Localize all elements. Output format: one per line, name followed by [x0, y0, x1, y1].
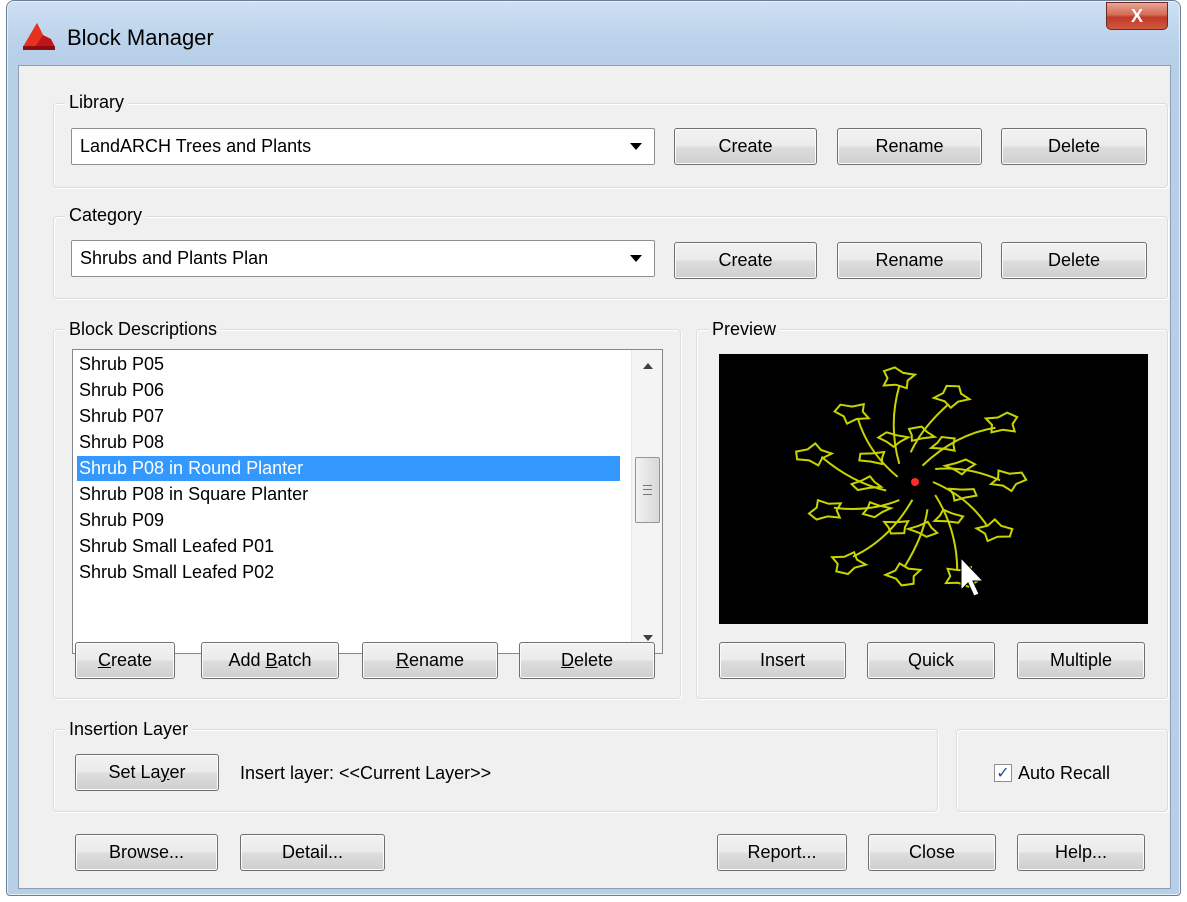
mouse-cursor-icon: [960, 556, 985, 597]
btn-mnemonic: D: [560, 650, 574, 670]
category-delete-button[interactable]: Delete: [1001, 242, 1147, 279]
list-item[interactable]: Shrub Small Leafed P02: [77, 560, 620, 585]
btn-text: Set La: [108, 762, 161, 782]
preview-quick-button[interactable]: Quick: [867, 642, 995, 679]
shrub-leaf: [973, 518, 1014, 543]
btn-text: reate: [110, 650, 153, 670]
checkmark-icon: ✓: [996, 765, 1010, 782]
shrub-leaf: [988, 469, 1028, 493]
shrub-leaf: [876, 431, 912, 449]
help-button[interactable]: Help...: [1017, 834, 1145, 871]
category-selected-value: Shrubs and Plants Plan: [80, 248, 269, 268]
shrub-plan-drawing: [794, 366, 1028, 588]
btn-mnemonic: C: [97, 650, 111, 670]
list-item[interactable]: Shrub P08: [77, 430, 620, 455]
library-create-button[interactable]: Create: [674, 128, 817, 165]
browse-button[interactable]: Browse...: [75, 834, 218, 871]
scroll-up-button[interactable]: [632, 350, 663, 381]
report-button[interactable]: Report...: [717, 834, 847, 871]
shrub-leaf: [849, 475, 884, 492]
shrub-branch: [903, 509, 929, 567]
shrub-leaf: [882, 366, 918, 390]
window-title: Block Manager: [67, 25, 214, 50]
shrub-leaf: [807, 498, 843, 521]
block-preview-canvas: [719, 354, 1148, 624]
block-rename-button[interactable]: Rename: [362, 642, 498, 679]
block-manager-window: Block Manager X Library LandARCH Trees a…: [6, 0, 1181, 896]
btn-text: er: [169, 762, 186, 782]
close-window-button[interactable]: X: [1106, 2, 1168, 30]
chevron-down-icon: [630, 255, 642, 262]
preview-multiple-button[interactable]: Multiple: [1017, 642, 1145, 679]
base-point-marker: [911, 478, 919, 486]
shrub-leaf: [882, 562, 923, 587]
list-item[interactable]: Shrub P05: [77, 352, 620, 377]
title-bar[interactable]: Block Manager X: [7, 1, 1180, 65]
library-label: Library: [65, 92, 129, 112]
list-item[interactable]: Shrub P09: [77, 508, 620, 533]
preview-insert-button[interactable]: Insert: [719, 642, 846, 679]
btn-text: elete: [573, 650, 614, 670]
list-item[interactable]: Shrub P07: [77, 404, 620, 429]
block-descriptions-list[interactable]: Shrub P05 Shrub P06 Shrub P07 Shrub P08 Shru…: [72, 349, 663, 654]
block-delete-button[interactable]: Delete: [519, 642, 655, 679]
block-create-button[interactable]: Create: [75, 642, 175, 679]
category-label: Category: [65, 205, 147, 225]
library-delete-button[interactable]: Delete: [1001, 128, 1147, 165]
shrub-branch: [857, 418, 899, 478]
shrub-leaf: [858, 450, 886, 466]
arrow-down-icon: [642, 634, 653, 641]
shrub-branch: [892, 386, 901, 465]
list-item[interactable]: Shrub P08 in Square Planter: [77, 482, 620, 507]
btn-mnemonic: y: [160, 762, 170, 782]
library-dropdown[interactable]: LandARCH Trees and Plants: [71, 128, 655, 165]
category-create-button[interactable]: Create: [674, 242, 817, 279]
autocad-app-icon: [23, 23, 55, 50]
chevron-down-icon: [630, 143, 642, 150]
insertion-layer-label: Insertion Layer: [65, 719, 193, 739]
list-item[interactable]: Shrub P08 in Round Planter: [77, 456, 620, 481]
shrub-leaf: [942, 458, 978, 476]
btn-mnemonic: B: [265, 650, 278, 670]
preview-label: Preview: [708, 319, 781, 339]
btn-text: Add: [228, 650, 266, 670]
close-button[interactable]: Close: [868, 834, 996, 871]
dialog-client-area: Library LandARCH Trees and Plants Create…: [18, 65, 1171, 889]
vertical-scrollbar[interactable]: [631, 350, 662, 653]
library-selected-value: LandARCH Trees and Plants: [80, 136, 312, 156]
detail-button[interactable]: Detail...: [240, 834, 385, 871]
btn-mnemonic: R: [395, 650, 409, 670]
category-rename-button[interactable]: Rename: [837, 242, 982, 279]
auto-recall-checkbox[interactable]: ✓: [994, 764, 1012, 782]
add-batch-button[interactable]: Add Batch: [201, 642, 339, 679]
library-rename-button[interactable]: Rename: [837, 128, 982, 165]
grip-icon: [643, 485, 652, 495]
btn-text: ename: [408, 650, 465, 670]
set-layer-button[interactable]: Set La y er: [75, 754, 219, 791]
shrub-leaf: [830, 550, 869, 576]
auto-recall-label[interactable]: Auto Recall: [1018, 763, 1110, 783]
list-item[interactable]: Shrub P06: [77, 378, 620, 403]
arrow-up-icon: [642, 362, 653, 369]
block-descriptions-label: Block Descriptions: [65, 319, 222, 339]
shrub-branch: [934, 494, 959, 570]
shrub-leaf: [833, 402, 871, 426]
shrub-leaf: [932, 508, 965, 524]
category-dropdown[interactable]: Shrubs and Plants Plan: [71, 240, 655, 277]
insert-layer-text: Insert layer: <<Current Layer>>: [240, 763, 492, 783]
close-icon: X: [1130, 5, 1143, 26]
btn-text: atch: [277, 650, 312, 670]
shrub-leaf: [947, 487, 978, 502]
list-item[interactable]: Shrub Small Leafed P01: [77, 534, 620, 559]
shrub-leaf: [931, 384, 973, 410]
scroll-thumb[interactable]: [635, 457, 660, 523]
